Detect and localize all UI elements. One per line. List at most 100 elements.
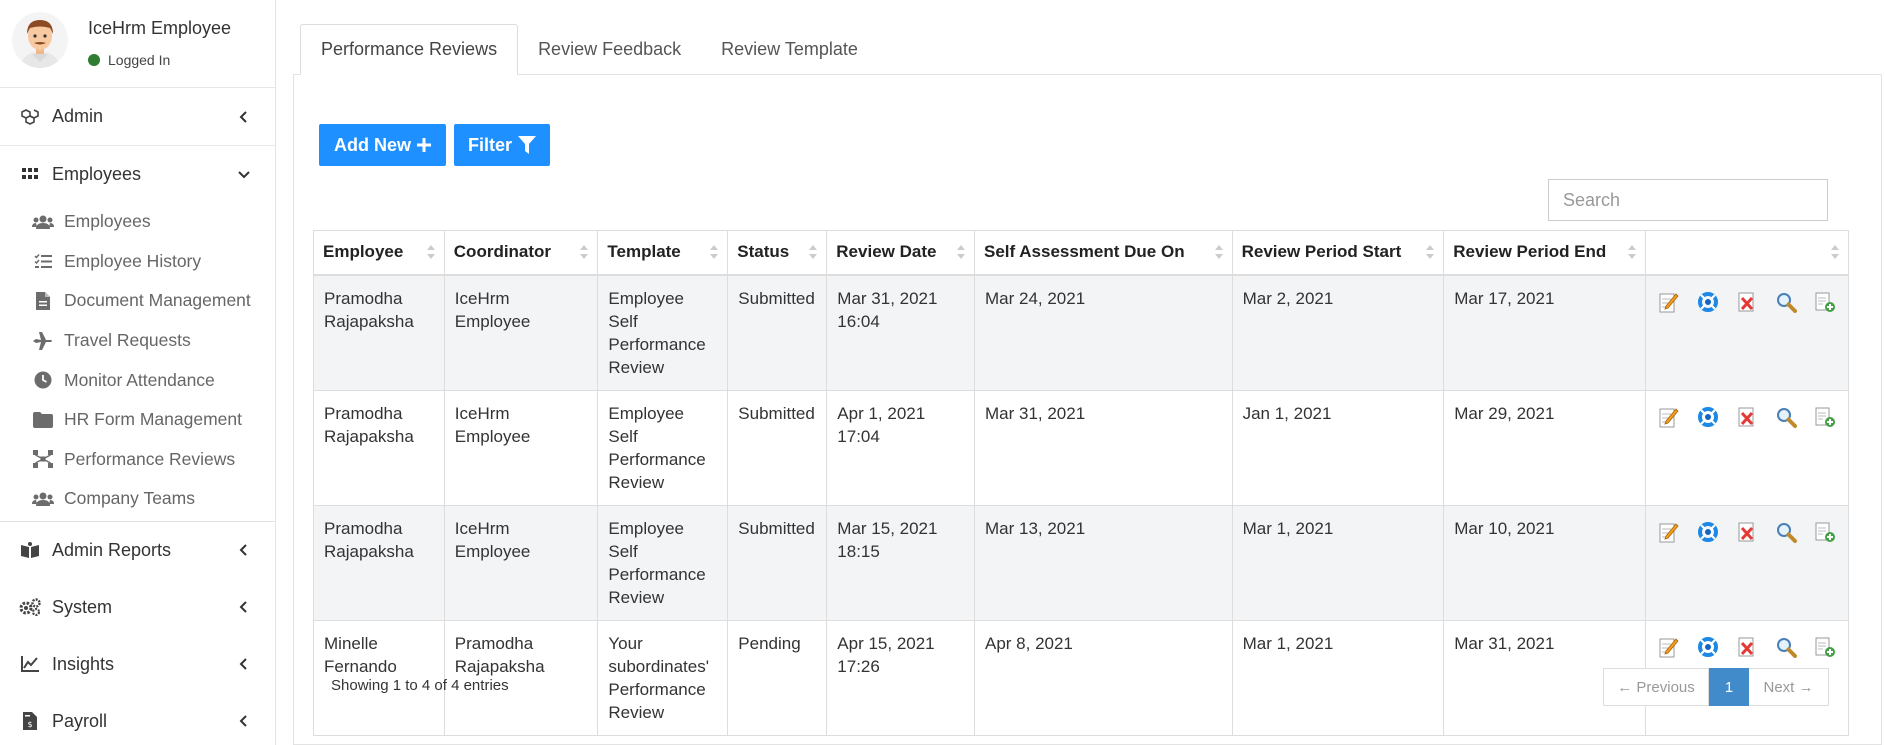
feedback-button[interactable] (1695, 289, 1721, 315)
cell-self-assessment-due: Mar 31, 2021 (973, 389, 1233, 506)
view-icon (1776, 637, 1797, 658)
sidebar-subitem-label: HR Form Management (64, 409, 242, 430)
feedback-icon (1697, 291, 1718, 312)
table-row[interactable]: Pramodha Rajapaksha IceHrm Employee Employ… (313, 504, 1850, 621)
delete-icon (1738, 637, 1754, 656)
user-status: Logged In (88, 52, 170, 68)
sidebar-subitem-employees[interactable]: Employees (0, 202, 275, 242)
sidebar-subitem-performance-reviews[interactable]: Performance Reviews (0, 440, 275, 480)
sidebar: IceHrm Employee Logged In Admin Employee… (0, 0, 276, 745)
column-header-review-period-end[interactable]: Review Period End (1443, 230, 1646, 276)
column-header-employee[interactable]: Employee (313, 230, 445, 276)
sidebar-item-payroll[interactable]: $ Payroll (0, 693, 275, 745)
edit-icon (1659, 637, 1679, 657)
cell-review-period-start: Mar 1, 2021 (1231, 504, 1445, 621)
chevron-left-icon (239, 110, 247, 123)
edit-button[interactable] (1656, 519, 1682, 545)
sort-icon (426, 245, 435, 260)
copy-icon (1815, 292, 1835, 312)
cell-review-period-end: Mar 10, 2021 (1443, 504, 1646, 621)
sidebar-item-system[interactable]: System (0, 579, 275, 636)
edit-button[interactable] (1656, 289, 1682, 315)
feedback-button[interactable] (1695, 634, 1721, 660)
tab-performance-reviews[interactable]: Performance Reviews (300, 24, 519, 75)
table-row[interactable]: Pramodha Rajapaksha IceHrm Employee Employ… (313, 274, 1850, 391)
column-header-template[interactable]: Template (597, 230, 729, 276)
folder-icon (30, 410, 56, 430)
sidebar-subitem-label: Travel Requests (64, 330, 191, 351)
copy-button[interactable] (1812, 634, 1838, 660)
copy-button[interactable] (1812, 404, 1838, 430)
copy-icon (1815, 522, 1835, 542)
sidebar-item-insights[interactable]: Insights (0, 636, 275, 693)
sort-icon (1214, 245, 1223, 260)
column-header-review-date[interactable]: Review Date (826, 230, 975, 276)
edit-button[interactable] (1656, 404, 1682, 430)
tab-review-template[interactable]: Review Template (701, 24, 878, 75)
cell-template: Your subordinates' Performance Review (597, 619, 729, 736)
sort-icon (1831, 245, 1839, 260)
sidebar-subitem-monitor-attendance[interactable]: Monitor Attendance (0, 360, 275, 400)
page-1-button[interactable]: 1 (1709, 668, 1749, 706)
plane-icon (30, 331, 56, 351)
feedback-icon (1697, 521, 1718, 542)
view-button[interactable] (1773, 289, 1799, 315)
cell-template: Employee Self Performance Review (597, 504, 729, 621)
sidebar-item-admin[interactable]: Admin (0, 88, 275, 145)
sidebar-item-label: System (52, 596, 113, 617)
delete-button[interactable] (1734, 404, 1760, 430)
delete-button[interactable] (1734, 634, 1760, 660)
column-header-coordinator[interactable]: Coordinator (443, 230, 599, 276)
grid-icon (18, 164, 42, 184)
column-header-actions[interactable] (1644, 230, 1850, 276)
sidebar-item-label: Payroll (52, 710, 108, 731)
add-new-button[interactable]: Add New (319, 124, 446, 166)
sidebar-item-employees[interactable]: Employees (0, 145, 275, 202)
feedback-button[interactable] (1695, 404, 1721, 430)
cell-status: Submitted (727, 389, 828, 506)
search-input[interactable] (1548, 179, 1828, 221)
feedback-icon (1697, 636, 1718, 657)
cell-coordinator: IceHrm Employee (443, 274, 599, 391)
add-new-label: Add New (333, 134, 411, 155)
sidebar-subitem-company-teams[interactable]: Company Teams (0, 479, 275, 519)
cell-status: Submitted (727, 274, 828, 391)
edit-icon (1659, 292, 1679, 312)
tab-review-feedback[interactable]: Review Feedback (518, 24, 701, 75)
column-header-self-assessment-due[interactable]: Self Assessment Due On (973, 230, 1233, 276)
delete-button[interactable] (1734, 289, 1760, 315)
next-page-button[interactable]: Next → (1749, 668, 1829, 706)
delete-button[interactable] (1734, 519, 1760, 545)
clock-icon (30, 370, 56, 390)
sidebar-subitem-employee-history[interactable]: Employee History (0, 242, 275, 282)
edit-button[interactable] (1656, 634, 1682, 660)
cell-review-date: Mar 15, 2021 18:15 (826, 504, 975, 621)
cell-self-assessment-due: Mar 13, 2021 (973, 504, 1233, 621)
invoice-icon: $ (18, 711, 42, 731)
previous-page-button[interactable]: ← Previous (1603, 668, 1709, 706)
sidebar-item-label: Admin (52, 106, 104, 126)
view-button[interactable] (1773, 634, 1799, 660)
user-panel: IceHrm Employee Logged In (0, 0, 275, 88)
sidebar-item-label: Insights (52, 653, 115, 674)
sidebar-subitem-label: Company Teams (64, 488, 195, 509)
feedback-button[interactable] (1695, 519, 1721, 545)
sidebar-subitem-travel-requests[interactable]: Travel Requests (0, 321, 275, 361)
copy-button[interactable] (1812, 519, 1838, 545)
file-icon (30, 291, 56, 311)
cell-review-period-start: Mar 1, 2021 (1231, 619, 1445, 736)
column-header-status[interactable]: Status (727, 230, 828, 276)
pagination: ← Previous 1 Next → (1603, 668, 1829, 706)
sidebar-item-admin-reports[interactable]: Admin Reports (0, 522, 275, 579)
column-header-review-period-start[interactable]: Review Period Start (1231, 230, 1445, 276)
sidebar-subitem-document-management[interactable]: Document Management (0, 281, 275, 321)
table-row[interactable]: Pramodha Rajapaksha IceHrm Employee Employ… (313, 389, 1850, 506)
svg-text:$: $ (27, 720, 32, 729)
sort-icon (1426, 245, 1435, 260)
sidebar-subitem-hr-form-management[interactable]: HR Form Management (0, 400, 275, 440)
view-button[interactable] (1773, 519, 1799, 545)
cell-employee: Pramodha Rajapaksha (313, 504, 445, 621)
view-button[interactable] (1773, 404, 1799, 430)
copy-button[interactable] (1812, 289, 1838, 315)
filter-button[interactable]: Filter (454, 124, 550, 166)
